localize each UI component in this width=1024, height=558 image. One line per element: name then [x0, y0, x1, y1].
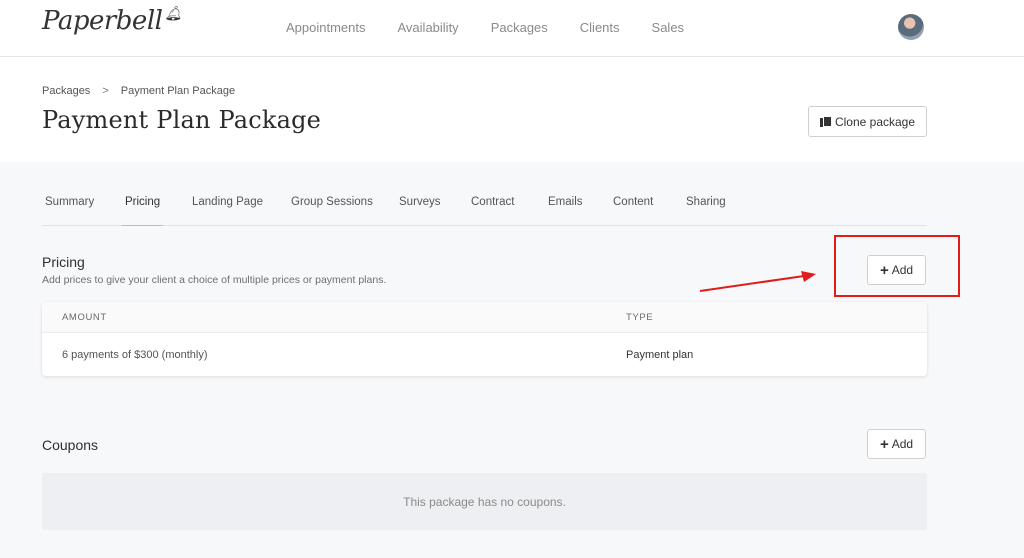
tab-sharing[interactable]: Sharing — [686, 196, 726, 226]
nav-sales[interactable]: Sales — [652, 20, 685, 35]
add-coupon-button[interactable]: + Add — [867, 429, 926, 459]
nav-clients[interactable]: Clients — [580, 20, 620, 35]
annotation-arrow-icon — [700, 271, 816, 292]
tab-emails[interactable]: Emails — [548, 196, 583, 226]
tab-summary[interactable]: Summary — [45, 196, 94, 226]
column-amount: AMOUNT — [62, 312, 107, 323]
tab-surveys[interactable]: Surveys — [399, 196, 441, 226]
nav-packages[interactable]: Packages — [491, 20, 548, 35]
plus-icon: + — [879, 435, 889, 453]
paperbell-logo[interactable]: Paperbell 🔔︎ — [42, 6, 182, 36]
breadcrumb: Packages > Payment Plan Package — [42, 85, 235, 97]
bell-icon: 🔔︎ — [164, 6, 182, 22]
tab-content[interactable]: Content — [613, 196, 653, 226]
nav-appointments[interactable]: Appointments — [286, 20, 366, 35]
breadcrumb-packages[interactable]: Packages — [42, 85, 90, 97]
package-tabs: Summary Pricing Landing Page Group Sessi… — [42, 190, 927, 226]
tab-pricing[interactable]: Pricing — [122, 196, 164, 226]
nav-availability[interactable]: Availability — [398, 20, 459, 35]
pricing-title: Pricing — [42, 254, 85, 270]
annotation-highlight-box — [834, 235, 960, 297]
add-coupon-label: Add — [891, 437, 914, 451]
tab-group-sessions[interactable]: Group Sessions — [291, 196, 373, 226]
pricing-table: AMOUNT TYPE 6 payments of $300 (monthly)… — [42, 302, 927, 376]
clone-package-button[interactable]: Clone package — [808, 106, 927, 137]
top-navigation: Paperbell 🔔︎ Appointments Availability Pa… — [0, 0, 1024, 57]
pricing-subtitle: Add prices to give your client a choice … — [42, 274, 387, 286]
tab-landing-page[interactable]: Landing Page — [192, 196, 263, 226]
price-type: Payment plan — [626, 349, 694, 361]
column-type: TYPE — [626, 312, 654, 323]
copy-icon — [819, 115, 832, 128]
logo-text: Paperbell — [42, 6, 163, 36]
breadcrumb-current: Payment Plan Package — [120, 85, 236, 97]
pricing-table-header: AMOUNT TYPE — [42, 302, 927, 333]
user-avatar[interactable] — [898, 14, 924, 40]
chevron-right-icon: > — [102, 85, 109, 97]
coupons-empty-text: This package has no coupons. — [403, 494, 566, 509]
price-amount: 6 payments of $300 (monthly) — [62, 349, 208, 361]
clone-package-label: Clone package — [834, 114, 916, 129]
coupons-empty-state: This package has no coupons. — [42, 473, 927, 530]
coupons-title: Coupons — [42, 437, 99, 453]
page-title: Payment Plan Package — [42, 106, 322, 134]
tab-contract[interactable]: Contract — [471, 196, 514, 226]
main-nav: Appointments Availability Packages Clien… — [286, 20, 716, 35]
